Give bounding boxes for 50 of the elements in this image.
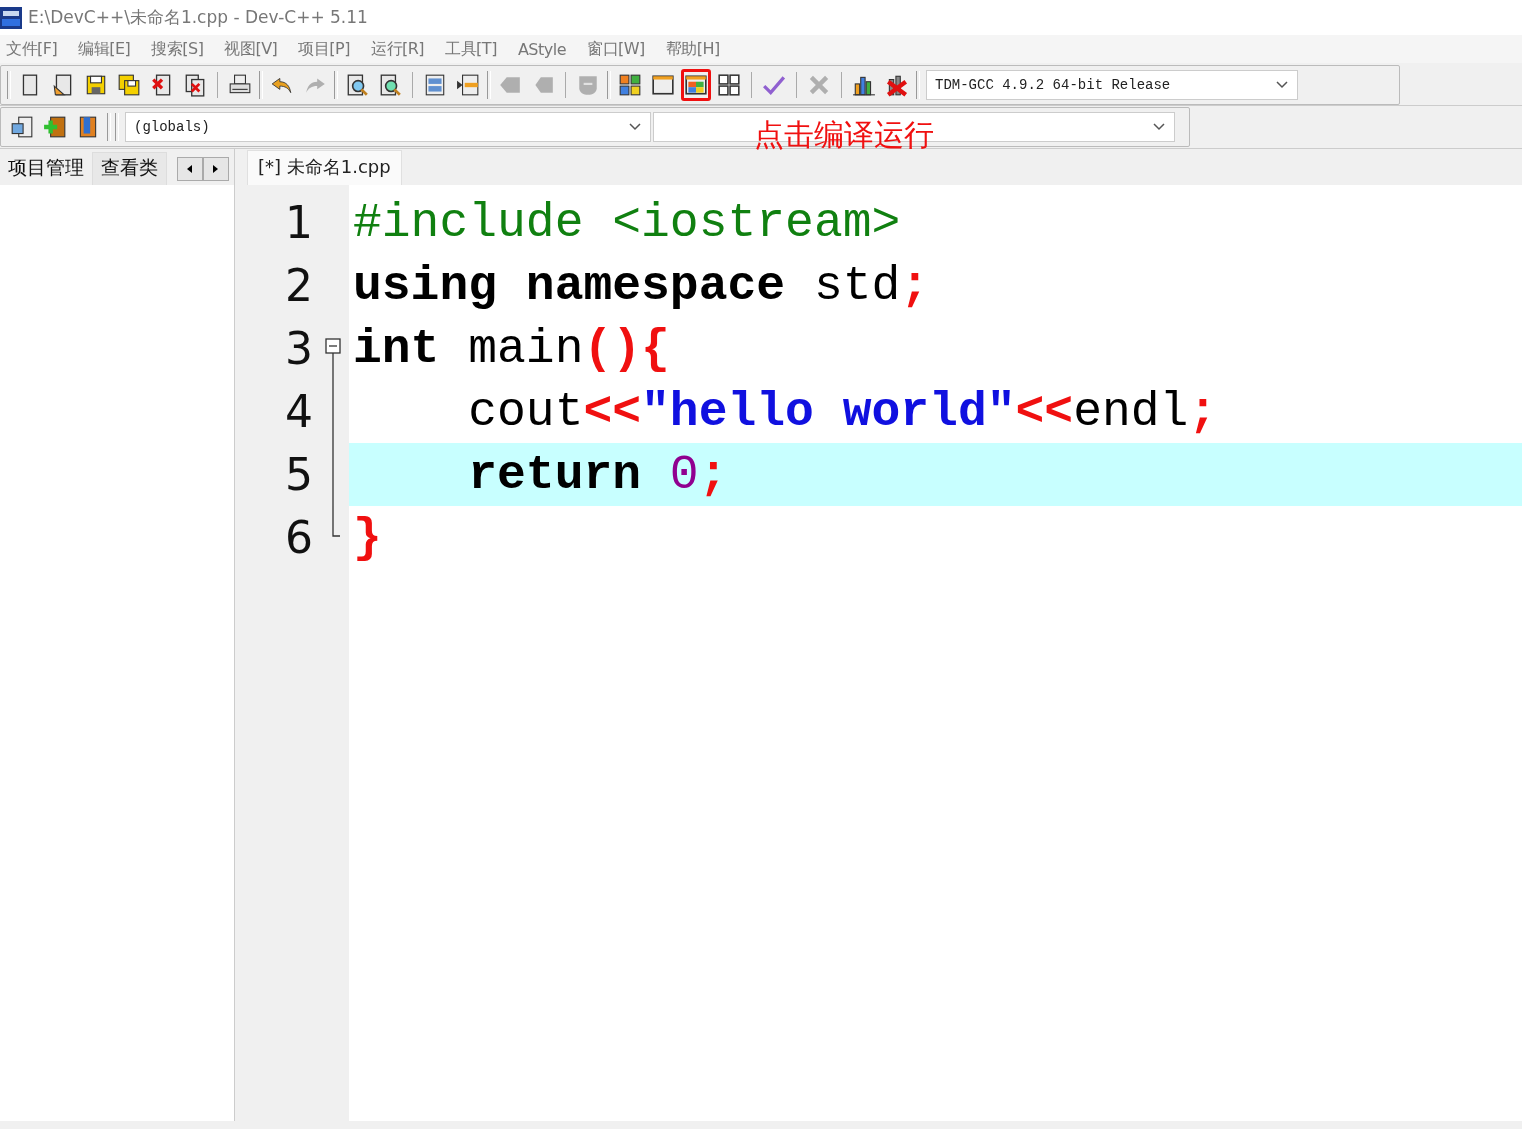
bar-arrow-icon[interactable] bbox=[456, 73, 480, 97]
menu-item[interactable]: 运行[R] bbox=[371, 38, 425, 60]
annotation-text: 点击编译运行 bbox=[754, 116, 934, 154]
menu-item[interactable]: 编辑[E] bbox=[78, 38, 131, 60]
fold-end-line bbox=[332, 506, 341, 537]
menu-item[interactable]: AStyle bbox=[517, 39, 566, 59]
editor-tab[interactable]: [*] 未命名1.cpp bbox=[247, 150, 402, 185]
chevron-down-icon bbox=[628, 122, 642, 132]
chevron-down-icon bbox=[1275, 80, 1289, 90]
colored-squares-icon[interactable] bbox=[618, 73, 642, 97]
menu-item[interactable]: 窗口[W] bbox=[587, 38, 645, 60]
magnifier-page-icon[interactable] bbox=[378, 73, 402, 97]
window-icon[interactable] bbox=[651, 73, 675, 97]
menu-item[interactable]: 视图[V] bbox=[224, 38, 278, 60]
scroll-left-button[interactable] bbox=[177, 157, 203, 181]
app-logo-icon bbox=[0, 6, 22, 29]
empty-squares-icon[interactable] bbox=[717, 73, 741, 97]
triangle-left-icon bbox=[187, 165, 193, 173]
scroll-right-button[interactable] bbox=[203, 157, 229, 181]
pages-x-icon[interactable] bbox=[183, 73, 207, 97]
triangle-right-icon bbox=[213, 165, 219, 173]
code-line: return 0; bbox=[467, 447, 728, 502]
window-title: E:\DevC++\未命名1.cpp - Dev-C++ 5.11 bbox=[28, 6, 368, 29]
menu-item[interactable]: 项目[P] bbox=[298, 38, 350, 60]
code-line: #include <iostream> bbox=[353, 195, 901, 250]
menu-item[interactable]: 文件[F] bbox=[6, 38, 58, 60]
magnifier-page-icon[interactable] bbox=[345, 73, 369, 97]
line-number: 1 bbox=[285, 197, 313, 248]
code-line: using namespace std; bbox=[353, 258, 930, 313]
compiler-dropdown[interactable]: TDM-GCC 4.9.2 64-bit Release bbox=[926, 70, 1298, 100]
line-number: 3 bbox=[285, 323, 313, 374]
menu-item[interactable]: 工具[T] bbox=[445, 38, 497, 60]
chevron-down-icon bbox=[1152, 122, 1166, 132]
scope-dropdown[interactable]: (globals) bbox=[125, 112, 651, 142]
floppy-disks-icon[interactable] bbox=[117, 73, 141, 97]
line-number: 2 bbox=[285, 260, 313, 311]
line-number: 5 bbox=[285, 449, 313, 500]
stacked-bars-icon[interactable] bbox=[423, 73, 447, 97]
code-line: cout<<"hello world"<<endl; bbox=[467, 384, 1218, 439]
line-number: 4 bbox=[285, 386, 313, 437]
menu-item[interactable]: 搜索[S] bbox=[151, 38, 204, 60]
panel-tab[interactable]: 查看类 bbox=[92, 152, 167, 185]
chart-x-icon[interactable] bbox=[885, 73, 909, 97]
menu-item[interactable]: 帮助[H] bbox=[665, 38, 720, 60]
check-mark-icon[interactable] bbox=[762, 73, 786, 97]
code-line: } bbox=[353, 510, 382, 565]
code-line: int main(){ bbox=[353, 321, 670, 376]
line-number: 6 bbox=[285, 512, 313, 563]
plus-box-icon[interactable] bbox=[43, 115, 67, 139]
window-copy-icon[interactable] bbox=[10, 115, 34, 139]
